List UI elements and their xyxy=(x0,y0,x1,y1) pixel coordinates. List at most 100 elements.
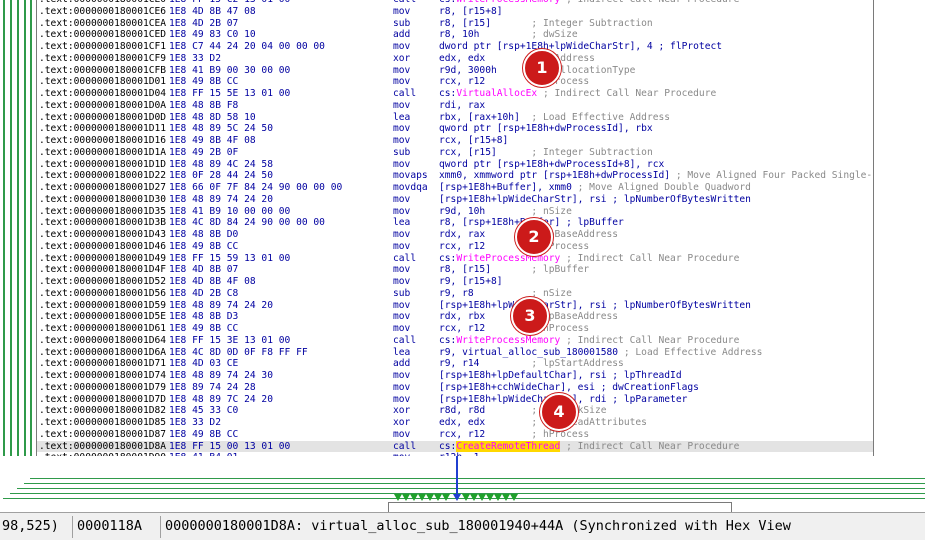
asm-operands: r9, r8 ; nSize xyxy=(439,288,572,300)
asm-mnemonic: xor xyxy=(393,52,411,64)
asm-mnemonic: mov xyxy=(393,311,411,323)
asm-operands: r9d, 10h ; nSize xyxy=(439,206,572,218)
asm-operand-text: edx, edx xyxy=(439,52,486,64)
asm-line[interactable]: .text:0000000180001D64 1E8 FF 15 3E 13 01… xyxy=(37,335,873,347)
asm-line[interactable]: .text:0000000180001D56 1E8 4D 2B C8 sub r9,… xyxy=(37,288,873,300)
asm-bytes: 1E8 49 8B CC xyxy=(169,76,239,88)
asm-operand-text: rcx, [r15+8] xyxy=(439,135,509,146)
asm-symbol[interactable]: VirtualAllocEx xyxy=(456,88,537,99)
asm-operand-text: qword ptr [rsp+1E8h+dwProcessId], rbx xyxy=(439,123,653,135)
asm-bytes: 1E8 FF 15 00 13 01 00 xyxy=(169,440,291,452)
asm-mnemonic: call xyxy=(393,88,417,99)
asm-comment: ; Indirect Call Near Procedure xyxy=(537,88,717,99)
asm-symbol[interactable]: virtual_alloc_sub_180001580 xyxy=(462,347,618,358)
asm-line[interactable]: .text:0000000180001D85 1E8 33 D2 xor edx, e… xyxy=(37,417,873,429)
asm-comment: ; Integer Subtraction xyxy=(490,17,653,29)
asm-operands: xmm0, xmmword ptr [rsp+1E8h+dwProcessId]… xyxy=(439,170,874,182)
asm-line[interactable]: .text:0000000180001CFB 1E8 41 B9 00 30 00… xyxy=(37,65,873,77)
asm-line[interactable]: .text:0000000180001CED 1E8 49 83 C0 10 add… xyxy=(37,29,873,41)
status-coords: 98,525) xyxy=(2,518,59,534)
asm-mnemonic: mov xyxy=(393,205,411,217)
asm-bytes: 1E8 48 8B F8 xyxy=(169,99,239,111)
asm-bytes: 1E8 49 8B CC xyxy=(169,323,239,334)
asm-line[interactable]: .text:0000000180001D71 1E8 4D 03 CE add r9,… xyxy=(37,358,873,370)
asm-line[interactable]: .text:0000000180001D11 1E8 48 89 5C 24 50… xyxy=(37,123,873,135)
asm-operand-text: [rsp+1E8h+lpDefaultChar], rsi ; lpThread… xyxy=(439,370,682,381)
asm-operands: cs:WriteProcessMemory ; Indirect Call Ne… xyxy=(439,335,739,347)
asm-bytes: 1E8 45 33 C0 xyxy=(169,405,239,417)
asm-mnemonic: add xyxy=(393,358,411,370)
asm-line[interactable]: .text:0000000180001D04 1E8 FF 15 5E 13 01… xyxy=(37,88,873,100)
asm-comment: ; Move Aligned Double Quadword xyxy=(571,182,751,193)
annotation-badge-1: 1 xyxy=(523,49,561,87)
asm-line[interactable]: .text:0000000180001D1A 1E8 49 2B 0F sub rcx… xyxy=(37,147,873,159)
asm-address: .text:0000000180001D01 xyxy=(39,76,167,88)
edge-arrow xyxy=(510,494,518,501)
asm-line[interactable]: .text:0000000180001D27 1E8 66 0F 7F 84 24… xyxy=(37,182,873,194)
asm-operands: rcx, [r15] ; Integer Subtraction xyxy=(439,147,653,159)
ida-graph-view: .text:0000000180001CE01E8 FF 15 C2 13 01… xyxy=(0,0,925,540)
asm-line[interactable]: .text:0000000180001D79 1E8 89 74 24 28 mov… xyxy=(37,382,873,394)
asm-line[interactable]: .text:0000000180001D6A 1E8 4C 8D 0D 0F F8… xyxy=(37,347,873,359)
asm-line[interactable]: .text:0000000180001CF1 1E8 C7 44 24 20 04… xyxy=(37,41,873,53)
asm-symbol[interactable]: CreateRemoteThread xyxy=(456,440,561,452)
asm-comment: ; Move Aligned Four Packed Single-FP xyxy=(670,170,874,182)
asm-address: .text:0000000180001D30 xyxy=(39,193,167,205)
asm-line[interactable]: .text:0000000180001D49 1E8 FF 15 59 13 01… xyxy=(37,253,873,265)
disassembly-block[interactable]: .text:0000000180001CE01E8 FF 15 C2 13 01… xyxy=(36,0,874,457)
asm-line[interactable]: .text:0000000180001D16 1E8 49 8B 4F 08 mov… xyxy=(37,135,873,147)
graph-edge xyxy=(30,478,925,479)
asm-mnemonic: mov xyxy=(393,193,411,205)
asm-line[interactable]: .text:0000000180001D5E 1E8 48 8B D3 mov rdx… xyxy=(37,311,873,323)
asm-operand-text: cs: xyxy=(439,88,457,99)
asm-bytes: 1E8 48 89 7C 24 20 xyxy=(169,393,273,405)
asm-address: .text:0000000180001D22 xyxy=(39,170,167,182)
asm-symbol[interactable]: WriteProcessMemory xyxy=(456,253,560,264)
asm-line[interactable]: .text:0000000180001D82 1E8 45 33 C0 xor r8d… xyxy=(37,405,873,417)
asm-line[interactable]: .text:0000000180001D61 1E8 49 8B CC mov rcx… xyxy=(37,323,873,335)
asm-address: .text:0000000180001D16 xyxy=(39,135,167,146)
asm-line[interactable]: .text:0000000180001D22 1E8 0F 28 44 24 50… xyxy=(37,170,873,182)
asm-line[interactable]: .text:0000000180001D59 1E8 48 89 74 24 20… xyxy=(37,300,873,312)
asm-mnemonic: mov xyxy=(393,76,411,88)
asm-address: .text:0000000180001D74 xyxy=(39,370,167,381)
asm-line[interactable]: .text:0000000180001D0A 1E8 48 8B F8 mov rdi… xyxy=(37,100,873,112)
asm-line[interactable]: .text:0000000180001D43 1E8 48 8B D0 mov rdx… xyxy=(37,229,873,241)
asm-line[interactable]: .text:0000000180001D46 1E8 49 8B CC mov rcx… xyxy=(37,241,873,253)
asm-line[interactable]: .text:0000000180001D0D 1E8 48 8D 58 10 lea… xyxy=(37,112,873,124)
asm-line[interactable]: .text:0000000180001CEA 1E8 4D 2B 07 sub r8,… xyxy=(37,18,873,30)
asm-symbol[interactable]: WriteProcessMemory xyxy=(456,335,560,346)
asm-operand-text: r9, r8 xyxy=(439,287,474,299)
asm-line[interactable]: .text:0000000180001CE6 1E8 4D 8B 47 08 mov… xyxy=(37,6,873,18)
asm-line[interactable]: .text:0000000180001D35 1E8 41 B9 10 00 00… xyxy=(37,206,873,218)
asm-comment: ; dwSize xyxy=(479,29,578,41)
asm-address: .text:0000000180001D04 xyxy=(39,88,167,99)
asm-bytes: 1E8 48 89 74 24 20 xyxy=(169,193,273,205)
asm-line[interactable]: .text:0000000180001D4F 1E8 4D 8B 07 mov r8,… xyxy=(37,264,873,276)
graph-edge xyxy=(17,488,925,489)
asm-line[interactable]: .text:0000000180001D3B 1E8 4C 8D 84 24 90… xyxy=(37,217,873,229)
asm-address: .text:0000000180001D8A xyxy=(39,440,167,452)
asm-line[interactable]: .text:0000000180001D8A 1E8 FF 15 00 13 01… xyxy=(37,440,873,453)
asm-address: .text:0000000180001D6A xyxy=(39,346,167,358)
asm-line[interactable]: .text:0000000180001D7D 1E8 48 89 7C 24 20… xyxy=(37,394,873,406)
asm-operand-text: dword ptr [rsp+1E8h+lpWideCharStr], 4 ; … xyxy=(439,41,723,52)
asm-line[interactable]: .text:0000000180001CF9 1E8 33 D2 xor edx, e… xyxy=(37,53,873,65)
asm-bytes: 1E8 4C 8D 0D 0F F8 FF FF xyxy=(169,346,308,358)
asm-bytes: 1E8 41 B9 10 00 00 00 xyxy=(169,205,291,217)
asm-line[interactable]: .text:0000000180001D01 1E8 49 8B CC mov rcx… xyxy=(37,76,873,88)
asm-operand-text: rcx, [r15] xyxy=(439,146,497,158)
asm-line[interactable]: .text:0000000180001D52 1E8 4D 8B 4F 08 mov… xyxy=(37,276,873,288)
asm-line[interactable]: .text:0000000180001D74 1E8 48 89 74 24 30… xyxy=(37,370,873,382)
asm-line[interactable]: .text:0000000180001D30 1E8 48 89 74 24 20… xyxy=(37,194,873,206)
asm-line[interactable]: .text:0000000180001D87 1E8 49 8B CC mov rcx… xyxy=(37,429,873,441)
asm-operand-text: rdx, rbx xyxy=(439,311,486,323)
asm-operand-text: r8, 10h xyxy=(439,29,480,41)
asm-mnemonic: call xyxy=(393,252,417,264)
asm-bytes: 1E8 33 D2 xyxy=(169,52,221,64)
asm-bytes: 1E8 49 2B 0F xyxy=(169,146,239,158)
asm-symbol[interactable]: WriteProcessMemory xyxy=(456,0,560,5)
asm-line[interactable]: .text:0000000180001D1D 1E8 48 89 4C 24 58… xyxy=(37,159,873,171)
status-file-offset: 0000118A xyxy=(77,518,143,534)
asm-operand-text: r9, [r15+8] xyxy=(439,276,503,287)
